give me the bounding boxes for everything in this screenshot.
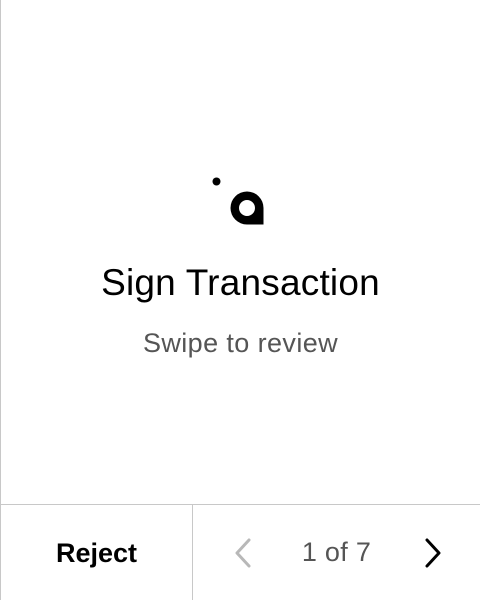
action-footer: Reject 1 of 7 [1,504,480,600]
reject-button[interactable]: Reject [1,505,193,600]
intro-panel[interactable]: Sign Transaction Swipe to review [1,0,480,505]
pager: 1 of 7 [193,505,480,600]
sign-transaction-screen: Sign Transaction Swipe to review Reject … [0,0,480,600]
app-logo-icon [212,177,264,225]
page-title: Sign Transaction [101,262,380,303]
chevron-right-icon[interactable] [413,535,449,571]
swipe-hint: Swipe to review [142,328,339,358]
